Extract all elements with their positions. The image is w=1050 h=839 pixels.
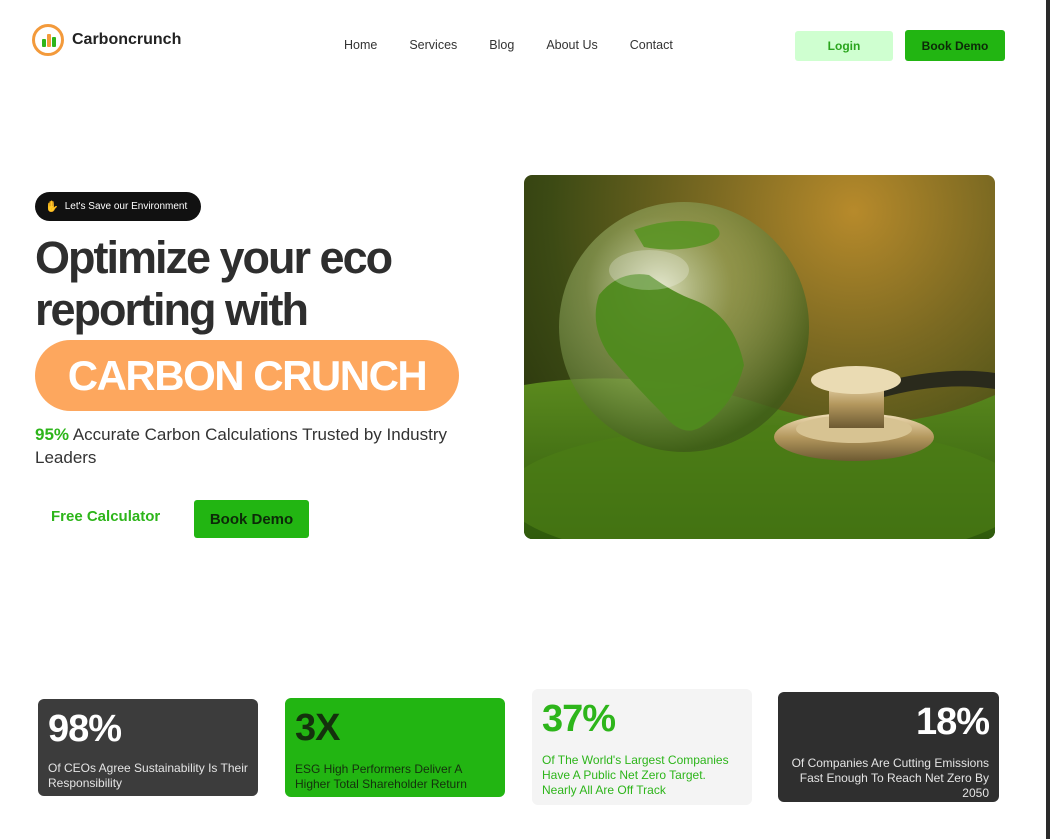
stat-description: Of The World's Largest Companies Have A … bbox=[542, 753, 729, 797]
nav-contact[interactable]: Contact bbox=[630, 38, 673, 52]
stat-description: ESG High Performers Deliver A Higher Tot… bbox=[295, 762, 467, 791]
login-button[interactable]: Login bbox=[795, 31, 893, 61]
nav-blog[interactable]: Blog bbox=[489, 38, 514, 52]
window-edge bbox=[1046, 0, 1050, 839]
stat-description: Of CEOs Agree Sustainability Is Their Re… bbox=[48, 761, 248, 790]
main-nav: Home Services Blog About Us Contact bbox=[344, 38, 673, 52]
hero-sub-text: Accurate Carbon Calculations Trusted by … bbox=[35, 425, 447, 467]
stat-description: Of Companies Are Cutting Emissions Fast … bbox=[791, 756, 989, 800]
nav-about-us[interactable]: About Us bbox=[546, 38, 597, 52]
stat-value: 98% bbox=[48, 708, 122, 750]
hero-subtitle: 95% Accurate Carbon Calculations Trusted… bbox=[35, 423, 505, 469]
carbon-logo-icon bbox=[32, 24, 64, 56]
brand-name: Carboncrunch bbox=[72, 31, 182, 48]
hero-title: Optimize your eco reporting with bbox=[35, 232, 505, 336]
nav-home[interactable]: Home bbox=[344, 38, 377, 52]
pill-text: Let's Save our Environment bbox=[64, 201, 188, 212]
hero-title-line2: reporting with bbox=[35, 284, 309, 335]
hero-sub-percent: 95% bbox=[35, 425, 70, 444]
hero-title-line1: Optimize your eco bbox=[35, 232, 393, 283]
stat-value: 37% bbox=[542, 698, 616, 740]
environment-pill: ✋ Let's Save our Environment bbox=[35, 192, 202, 221]
hand-wave-icon: ✋ bbox=[45, 201, 59, 213]
header-book-demo-button[interactable]: Book Demo bbox=[905, 30, 1005, 61]
hero-book-demo-button[interactable]: Book Demo bbox=[194, 500, 309, 538]
nav-services[interactable]: Services bbox=[409, 38, 457, 52]
stat-card-net-zero-target: 37% Of The World's Largest Companies Hav… bbox=[532, 689, 752, 805]
stat-card-emissions: 18% Of Companies Are Cutting Emissions F… bbox=[778, 692, 999, 802]
hero-image bbox=[524, 175, 995, 539]
brand-logo[interactable]: Carboncrunch bbox=[32, 24, 181, 56]
free-calculator-button[interactable]: Free Calculator bbox=[51, 508, 160, 525]
stat-card-esg: 3X ESG High Performers Deliver A Higher … bbox=[285, 698, 505, 797]
stat-card-ceos: 98% Of CEOs Agree Sustainability Is Thei… bbox=[38, 699, 258, 796]
stat-value: 3X bbox=[295, 707, 340, 749]
hero-highlight-badge: CARBON CRUNCH bbox=[35, 340, 459, 411]
globe-stethoscope-illustration bbox=[524, 202, 995, 539]
stat-value: 18% bbox=[915, 701, 990, 743]
